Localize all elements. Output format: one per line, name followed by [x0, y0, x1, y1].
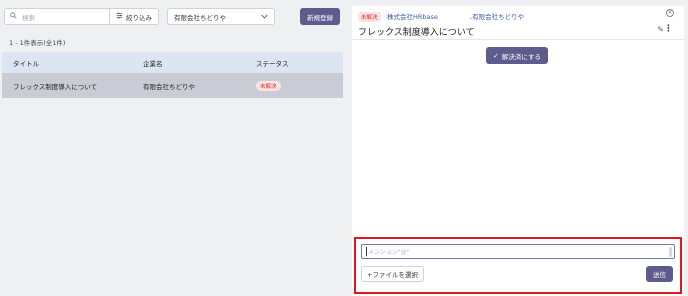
filter-button[interactable]: 絞り込み — [110, 8, 159, 25]
select-file-button[interactable]: +ファイルを選択 — [361, 266, 424, 282]
resolve-button[interactable]: ✓ 解決済にする — [486, 47, 548, 64]
text-caret — [366, 247, 367, 256]
table-header: タイトル 企業名 ステータス — [2, 52, 343, 73]
check-icon: ✓ — [493, 51, 499, 60]
search-icon — [10, 12, 17, 21]
compose-area: メンション"@" +ファイルを選択 送信 — [354, 237, 682, 294]
ticket-detail-pane: 未解決 株式会社HRbase ,有限会社ちどりや × フレックス制度導入について… — [352, 6, 684, 296]
mention-input[interactable]: メンション"@" — [361, 244, 675, 259]
row-title: フレックス制度導入について — [13, 82, 98, 91]
search-input[interactable]: 検索 — [4, 8, 110, 25]
divider — [352, 39, 684, 40]
ticket-table: タイトル 企業名 ステータス フレックス制度導入について 有限会社ちどりや 未解… — [2, 52, 343, 98]
detail-title: フレックス制度導入について — [358, 28, 475, 38]
header-company: 企業名 — [143, 59, 163, 68]
close-icon[interactable]: × — [666, 9, 674, 17]
row-company: 有限会社ちどりや — [143, 82, 195, 91]
more-vertical-icon[interactable]: ⋮ — [664, 24, 673, 34]
detail-status-badge: 未解決 — [358, 12, 381, 22]
header-title: タイトル — [13, 59, 39, 68]
company-select[interactable]: 有限会社ちどりや — [167, 8, 275, 25]
chevron-down-icon — [261, 13, 268, 21]
new-ticket-button[interactable]: 新規登録 — [300, 8, 340, 25]
ticket-list-pane: 検索 絞り込み 有限会社ちどりや 新規登録 1 - 1件表示(全1件) タイトル… — [0, 0, 352, 296]
detail-company-link-secondary[interactable]: ,有限会社ちどりや — [470, 11, 524, 21]
mention-placeholder: メンション"@" — [368, 249, 410, 256]
header-status: ステータス — [256, 59, 289, 68]
search-placeholder: 検索 — [22, 13, 35, 22]
table-row[interactable]: フレックス制度導入について 有限会社ちどりや 未解決 — [2, 73, 343, 98]
result-count: 1 - 1件表示(全1件) — [9, 39, 66, 47]
resolve-button-label: 解決済にする — [501, 52, 541, 61]
filter-button-label: 絞り込み — [126, 13, 152, 22]
resize-handle[interactable] — [669, 247, 672, 257]
detail-company-link[interactable]: 株式会社HRbase — [387, 11, 438, 21]
status-badge: 未解決 — [256, 80, 281, 91]
filter-icon — [116, 12, 123, 21]
send-button[interactable]: 送信 — [646, 266, 673, 282]
pencil-icon[interactable]: ✎ — [657, 25, 664, 34]
company-select-value: 有限会社ちどりや — [174, 13, 226, 22]
